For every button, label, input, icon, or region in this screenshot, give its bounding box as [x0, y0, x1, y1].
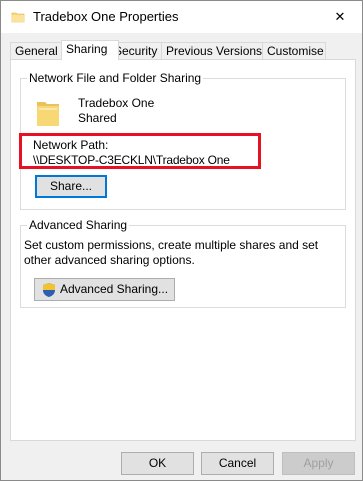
folder-name: Tradebox One: [78, 96, 155, 110]
network-sharing-group-label: Network File and Folder Sharing: [27, 71, 204, 85]
tab-sharing[interactable]: Sharing: [61, 40, 119, 60]
close-button[interactable]: ✕: [318, 1, 362, 33]
advanced-sharing-button-label: Advanced Sharing...: [59, 282, 169, 296]
folder-icon: [36, 98, 60, 131]
ok-button[interactable]: OK: [121, 452, 194, 475]
advanced-sharing-group-label: Advanced Sharing: [27, 218, 130, 232]
uac-shield-icon: [41, 282, 57, 298]
title-bar: Tradebox One Properties ✕: [1, 1, 362, 33]
window-title: Tradebox One Properties: [33, 9, 179, 24]
properties-dialog: Tradebox One Properties ✕ General Sharin…: [0, 0, 363, 481]
close-icon: ✕: [334, 9, 346, 24]
tab-customise[interactable]: Customise: [262, 42, 326, 59]
share-button[interactable]: Share...: [35, 175, 107, 198]
tab-previous-versions[interactable]: Previous Versions: [161, 42, 266, 59]
apply-button[interactable]: Apply: [282, 452, 355, 475]
share-status: Shared: [78, 111, 117, 125]
cancel-button[interactable]: Cancel: [201, 452, 274, 475]
folder-icon: [11, 10, 25, 27]
network-path-label: Network Path:: [33, 138, 109, 152]
sharing-panel: Network File and Folder Sharing Tradebox…: [10, 59, 356, 441]
tab-general[interactable]: General: [10, 42, 62, 59]
advanced-sharing-description: Set custom permissions, create multiple …: [24, 238, 319, 267]
network-path-value: \\DESKTOP-C3ECKLN\Tradebox One: [33, 153, 230, 167]
advanced-sharing-button[interactable]: Advanced Sharing...: [34, 278, 175, 301]
